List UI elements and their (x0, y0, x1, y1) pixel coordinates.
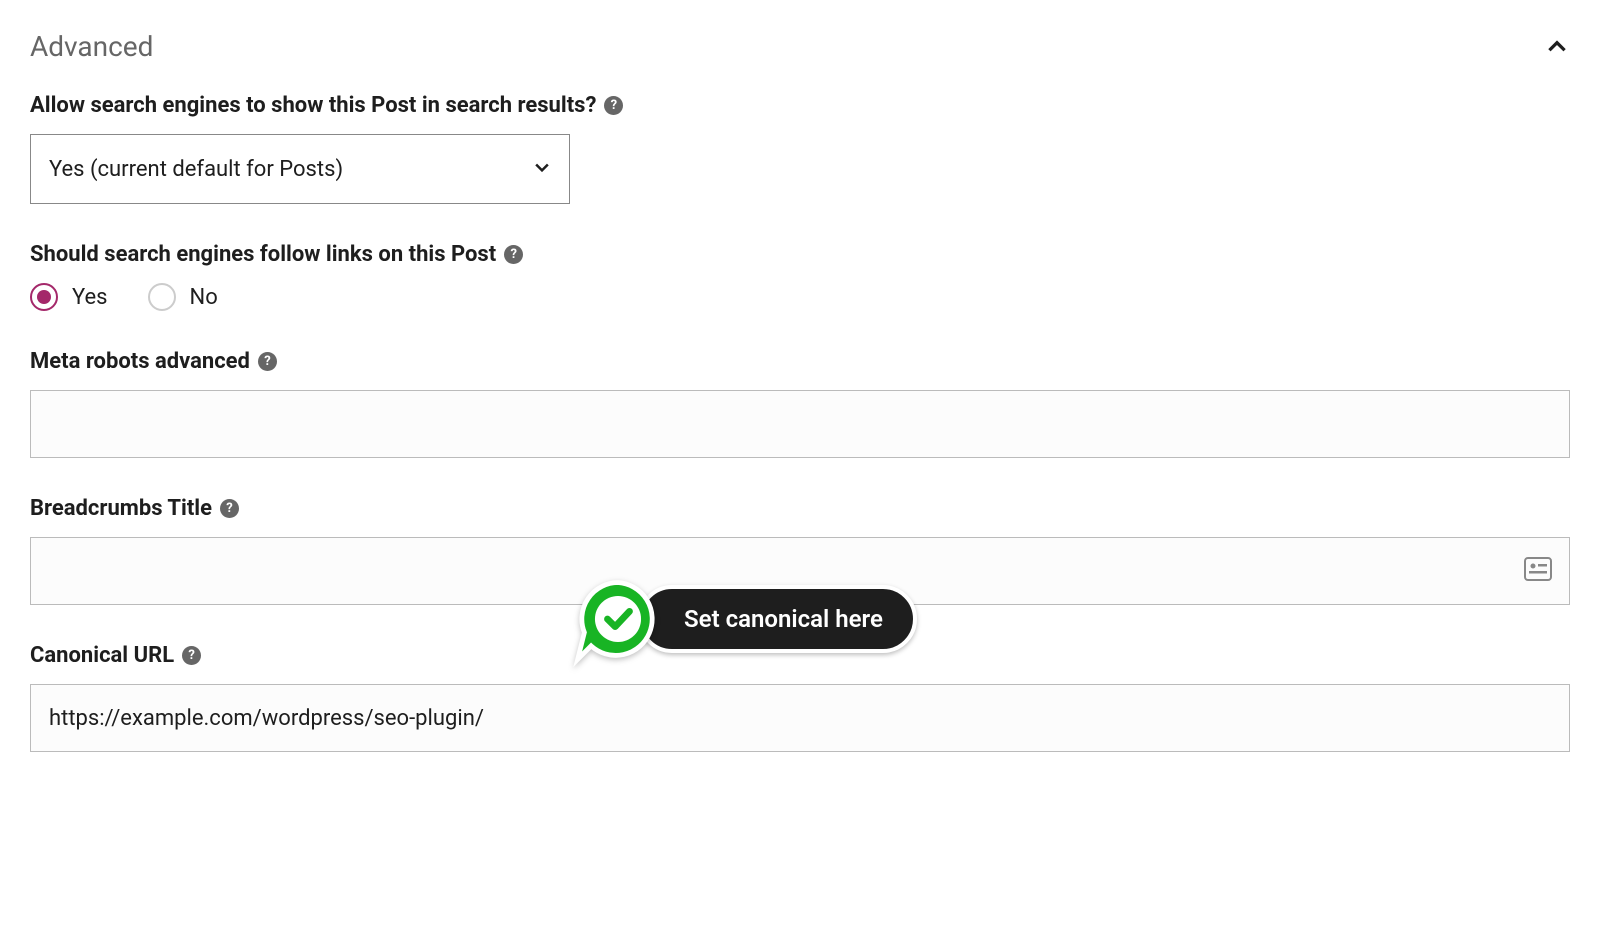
callout-check-badge-icon (570, 571, 666, 667)
canonical-url-label: Canonical URL ? (30, 643, 201, 668)
follow-links-label-text: Should search engines follow links on th… (30, 242, 496, 267)
radio-label-no: No (190, 285, 218, 310)
canonical-url-field: Canonical URL ? Set canonical here (30, 643, 1570, 752)
callout-text: Set canonical here (638, 585, 917, 653)
help-icon[interactable]: ? (604, 96, 623, 115)
radio-circle-icon (148, 283, 176, 311)
advanced-panel-header: Advanced (30, 30, 1570, 63)
canonical-url-label-text: Canonical URL (30, 643, 174, 668)
help-icon[interactable]: ? (258, 352, 277, 371)
allow-search-label-text: Allow search engines to show this Post i… (30, 93, 596, 118)
allow-search-label: Allow search engines to show this Post i… (30, 93, 623, 118)
help-icon[interactable]: ? (504, 245, 523, 264)
collapse-chevron-icon[interactable] (1544, 34, 1570, 60)
meta-robots-label: Meta robots advanced ? (30, 349, 277, 374)
allow-search-select[interactable]: Yes (current default for Posts) (30, 134, 570, 204)
breadcrumbs-label: Breadcrumbs Title ? (30, 496, 239, 521)
meta-robots-input[interactable] (30, 390, 1570, 458)
meta-robots-input-wrapper (30, 390, 1570, 458)
follow-links-label: Should search engines follow links on th… (30, 242, 523, 267)
follow-links-field: Should search engines follow links on th… (30, 242, 1570, 311)
help-icon[interactable]: ? (182, 646, 201, 665)
follow-links-radio-no[interactable]: No (148, 283, 218, 311)
insert-variable-icon[interactable] (1524, 557, 1552, 585)
panel-title: Advanced (30, 30, 153, 63)
canonical-url-input-wrapper (30, 684, 1570, 752)
radio-circle-icon (30, 283, 58, 311)
meta-robots-field: Meta robots advanced ? (30, 349, 1570, 458)
follow-links-radio-group: Yes No (30, 283, 1570, 311)
meta-robots-label-text: Meta robots advanced (30, 349, 250, 374)
radio-label-yes: Yes (72, 285, 108, 310)
follow-links-radio-yes[interactable]: Yes (30, 283, 108, 311)
allow-search-selected-value: Yes (current default for Posts) (30, 134, 570, 204)
canonical-callout: Set canonical here (570, 571, 917, 667)
canonical-url-input[interactable] (30, 684, 1570, 752)
help-icon[interactable]: ? (220, 499, 239, 518)
allow-search-field: Allow search engines to show this Post i… (30, 93, 1570, 204)
breadcrumbs-label-text: Breadcrumbs Title (30, 496, 212, 521)
